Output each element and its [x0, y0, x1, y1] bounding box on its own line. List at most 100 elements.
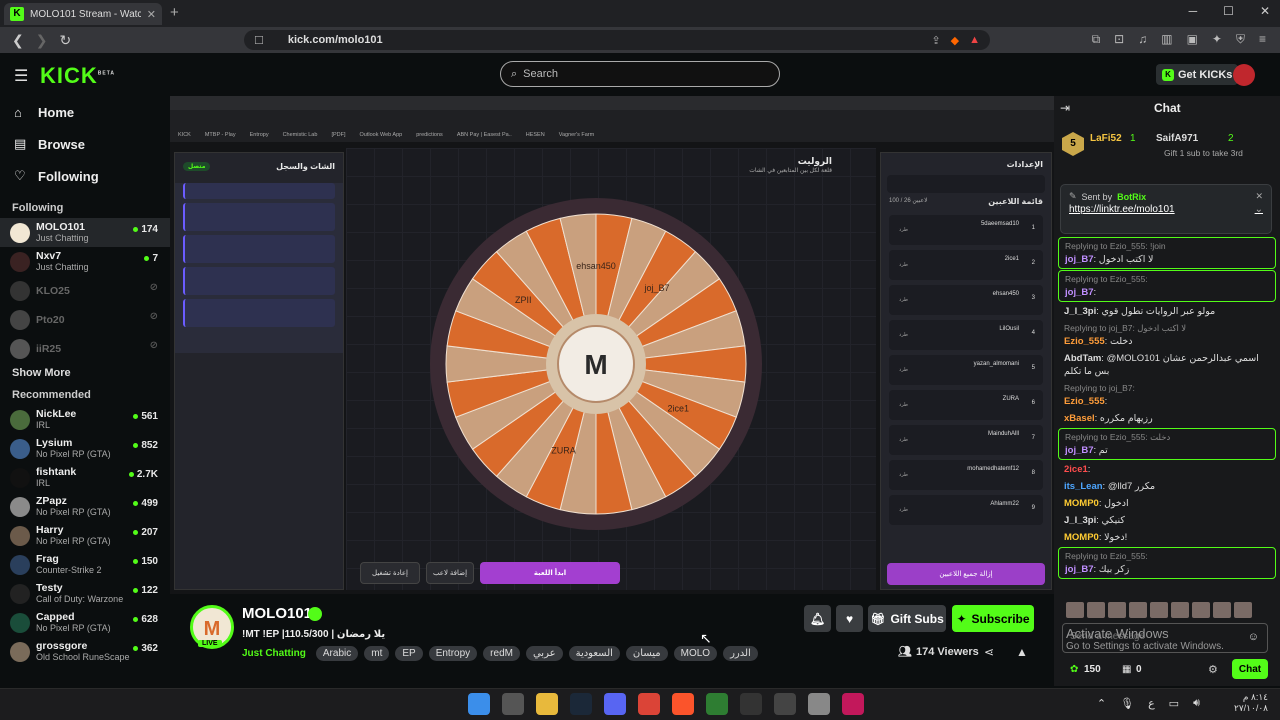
- reply-context[interactable]: Replying to Ezio_555:: [1065, 273, 1269, 286]
- emote[interactable]: [1192, 602, 1210, 618]
- top-gifter-2[interactable]: SaifA971: [1156, 133, 1198, 144]
- sidebar-channel[interactable]: Harry No Pixel RP (GTA) 207: [0, 521, 170, 550]
- bookmark-icon[interactable]: ☐: [254, 34, 264, 47]
- nav-following[interactable]: ♡ Following: [0, 160, 170, 192]
- kick-player-button[interactable]: طرد: [899, 297, 908, 303]
- notification-bell-button[interactable]: 🔔︎: [804, 605, 831, 632]
- music-icon[interactable]: ♫: [1138, 32, 1147, 47]
- share-button[interactable]: ⋖: [984, 645, 994, 659]
- app-icon[interactable]: [706, 693, 728, 715]
- extension-icon[interactable]: ⧉: [1092, 32, 1101, 47]
- pinned-link[interactable]: https://linktr.ee/molo101: [1069, 204, 1175, 215]
- tag[interactable]: MOLO: [673, 646, 718, 661]
- sidebar-channel[interactable]: fishtank IRL 2.7K: [0, 463, 170, 492]
- sidebar-channel[interactable]: KLO25 ⊘: [0, 276, 170, 305]
- settings-app-icon[interactable]: [502, 693, 524, 715]
- kick-player-button[interactable]: طرد: [899, 472, 908, 478]
- tag[interactable]: Entropy: [428, 646, 478, 661]
- kicks-balance[interactable]: 0: [1136, 664, 1142, 675]
- unpin-icon[interactable]: ✕: [1255, 191, 1263, 202]
- emote[interactable]: [1171, 602, 1189, 618]
- reply-context[interactable]: Replying to joj_B7: لا اكتب ادخول: [1064, 322, 1270, 335]
- chat-username[interactable]: MOMP0: [1064, 498, 1099, 509]
- url-field[interactable]: ☐ kick.com/molo101 ⇪ ◆ ▲: [244, 30, 990, 50]
- kick-player-button[interactable]: طرد: [899, 227, 908, 233]
- sidebar-channel[interactable]: iiR25 ⊘: [0, 334, 170, 363]
- translate-icon[interactable]: ⊡: [1114, 32, 1124, 47]
- tag[interactable]: السعودية: [568, 646, 620, 661]
- leo-icon[interactable]: ✦: [1212, 32, 1222, 47]
- tag[interactable]: عربي: [525, 646, 563, 661]
- tag[interactable]: الدرر: [723, 646, 758, 661]
- close-window-icon[interactable]: ✕: [1260, 4, 1270, 18]
- chat-username[interactable]: joj_B7: [1065, 445, 1094, 456]
- search-input[interactable]: [523, 68, 744, 80]
- emote[interactable]: [1129, 602, 1147, 618]
- discord-icon[interactable]: [604, 693, 626, 715]
- chat-input[interactable]: [1063, 624, 1243, 649]
- emote[interactable]: [1213, 602, 1231, 618]
- maximize-icon[interactable]: ☐: [1223, 4, 1234, 18]
- nav-home[interactable]: ⌂ Home: [0, 96, 170, 128]
- file-explorer-icon[interactable]: [536, 693, 558, 715]
- start-icon[interactable]: [468, 693, 490, 715]
- show-more-link[interactable]: Show More: [0, 363, 170, 383]
- sidebar-channel[interactable]: Frag Counter-Strike 2 150: [0, 550, 170, 579]
- search-box[interactable]: ⌕: [500, 61, 780, 87]
- add-player-button[interactable]: إضافة لاعب: [426, 562, 474, 584]
- tag[interactable]: Arabic: [315, 646, 359, 661]
- sidebar-channel[interactable]: grossgore Old School RuneScape 362: [0, 637, 170, 666]
- send-chat-button[interactable]: Chat: [1232, 659, 1268, 679]
- chevron-up-icon[interactable]: ⌃: [1097, 697, 1106, 710]
- language-icon[interactable]: ع: [1148, 697, 1155, 710]
- forward-icon[interactable]: ❯: [36, 32, 48, 49]
- chat-username[interactable]: joj_B7: [1065, 564, 1094, 575]
- kick-player-button[interactable]: طرد: [899, 402, 908, 408]
- emote[interactable]: [1108, 602, 1126, 618]
- chat-username[interactable]: joj_B7: [1065, 254, 1094, 265]
- report-icon[interactable]: ▲: [1016, 645, 1028, 659]
- sidebar-icon[interactable]: ▥: [1161, 32, 1172, 47]
- user-avatar[interactable]: [1233, 64, 1255, 86]
- reply-context[interactable]: Replying to Ezio_555: دخلت: [1065, 431, 1269, 444]
- emoji-icon[interactable]: ☺: [1248, 631, 1259, 643]
- tag[interactable]: redM: [483, 646, 520, 661]
- tag[interactable]: EP: [395, 646, 423, 661]
- emote[interactable]: [1087, 602, 1105, 618]
- steam-icon[interactable]: [570, 693, 592, 715]
- follow-button[interactable]: ♥: [836, 605, 863, 632]
- remove-all-button[interactable]: إزالة جميع اللاعبين: [887, 563, 1045, 585]
- taskbar-clock[interactable]: ٨:١٤ م ٢٧/١٠/٠٨: [1234, 692, 1268, 714]
- sidebar-channel[interactable]: ZPapz No Pixel RP (GTA) 499: [0, 492, 170, 521]
- network-icon[interactable]: ▭: [1169, 697, 1179, 710]
- mic-icon[interactable]: 🎙︎: [1120, 697, 1134, 710]
- reply-context[interactable]: Replying to Ezio_555: !join: [1065, 240, 1269, 253]
- start-game-button[interactable]: ابدأ اللعبة: [480, 562, 620, 584]
- chevron-down-icon[interactable]: ⌄: [1255, 204, 1263, 215]
- share-icon[interactable]: ⇪: [931, 34, 940, 47]
- sidebar-channel[interactable]: MOLO101 Just Chatting 174: [0, 218, 170, 247]
- chat-username[interactable]: J_l_3pi: [1064, 515, 1096, 526]
- chat-username[interactable]: AbdTam: [1064, 353, 1101, 364]
- chat-input-box[interactable]: ☺: [1062, 623, 1268, 653]
- capcut-icon[interactable]: [740, 693, 762, 715]
- chat-username[interactable]: J_l_3pi: [1064, 306, 1096, 317]
- channel-points[interactable]: 150: [1084, 664, 1101, 675]
- chat-username[interactable]: 2ice1: [1064, 464, 1088, 475]
- chat-username[interactable]: Ezio_555: [1064, 336, 1105, 347]
- obs-icon[interactable]: [774, 693, 796, 715]
- emote[interactable]: [1066, 602, 1084, 618]
- stream-video[interactable]: KICK MTBP - Play Entropy Chemistic Lab [PDF]…: [170, 96, 1054, 594]
- gift-subs-button[interactable]: 🎁︎ Gift Subs: [868, 605, 946, 632]
- chat-username[interactable]: Ezio_555: [1064, 396, 1105, 407]
- emote[interactable]: [1150, 602, 1168, 618]
- reply-context[interactable]: Replying to Ezio_555:: [1065, 550, 1269, 563]
- top-gifter-1[interactable]: LaFi52: [1090, 133, 1122, 144]
- chat-username[interactable]: its_Lean: [1064, 481, 1103, 492]
- tab-close-icon[interactable]: ✕: [147, 8, 156, 21]
- get-kicks-button[interactable]: K Get KICKs: [1156, 64, 1239, 85]
- kick-player-button[interactable]: طرد: [899, 262, 908, 268]
- app-icon[interactable]: [808, 693, 830, 715]
- browser-tab[interactable]: K MOLO101 Stream - Watch Li... ✕: [4, 3, 162, 25]
- sidebar-channel[interactable]: Testy Call of Duty: Warzone 122: [0, 579, 170, 608]
